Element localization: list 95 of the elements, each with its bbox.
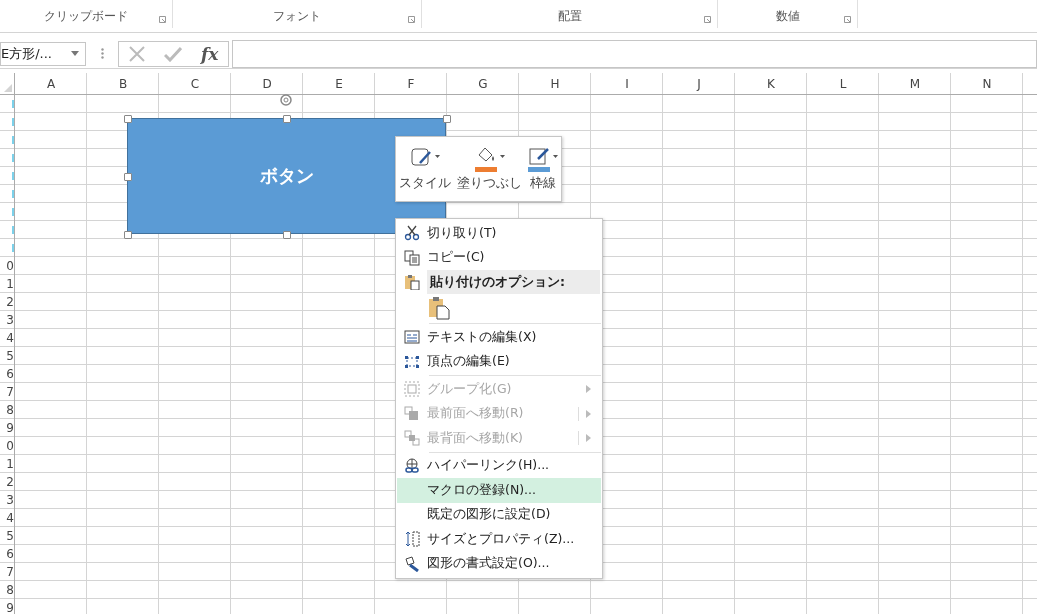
- menu-item[interactable]: テキストの編集(X): [397, 325, 602, 350]
- row-header[interactable]: 4: [6, 331, 14, 345]
- row-header[interactable]: 0: [6, 439, 14, 453]
- resize-handle[interactable]: [283, 115, 291, 123]
- text-box-icon: [404, 329, 420, 346]
- row-header[interactable]: 8: [6, 403, 14, 417]
- toolbar-button[interactable]: 塗りつぶし: [456, 145, 523, 193]
- cancel-icon[interactable]: [128, 45, 145, 62]
- column-header[interactable]: I: [591, 73, 663, 94]
- resize-handle[interactable]: [124, 231, 132, 239]
- check-icon[interactable]: [163, 45, 182, 62]
- menu-item[interactable]: コピー(C): [397, 245, 602, 270]
- toolbar-button[interactable]: 枠線: [527, 145, 559, 193]
- shape-text: ボタン: [259, 164, 314, 188]
- menu-item[interactable]: 既定の図形に設定(D): [397, 502, 602, 527]
- menu-item[interactable]: 図形の書式設定(O)...: [397, 551, 602, 576]
- row-header[interactable]: 5: [6, 529, 14, 543]
- row-header[interactable]: 0: [6, 259, 14, 273]
- menu-item[interactable]: 頂点の編集(E): [397, 349, 602, 374]
- column-header[interactable]: C: [159, 73, 231, 94]
- pen-icon: [528, 146, 552, 172]
- column-header[interactable]: K: [735, 73, 807, 94]
- group-label: クリップボード: [44, 8, 128, 25]
- menu-item[interactable]: マクロの登録(N)...: [397, 478, 602, 503]
- select-all-icon[interactable]: [4, 84, 12, 92]
- dialog-launcher-icon[interactable]: [159, 16, 166, 23]
- column-header[interactable]: M: [879, 73, 951, 94]
- row-header[interactable]: 4: [6, 511, 14, 525]
- row-header[interactable]: 3: [6, 313, 14, 327]
- group-icon: [404, 381, 420, 398]
- paint-bucket-icon: [474, 146, 499, 172]
- caret-icon: [435, 155, 440, 158]
- dialog-launcher-icon[interactable]: [844, 16, 851, 23]
- column-header[interactable]: H: [519, 73, 591, 94]
- row-header-mark[interactable]: [12, 118, 14, 126]
- size-icon: [404, 531, 420, 548]
- dialog-launcher-icon[interactable]: [408, 16, 415, 23]
- row-header-mark[interactable]: [12, 100, 14, 108]
- bring-front-icon: [404, 405, 420, 422]
- row-header[interactable]: 1: [6, 277, 14, 291]
- row-header[interactable]: 3: [6, 493, 14, 507]
- row-header[interactable]: 7: [6, 385, 14, 399]
- grip-icon: [101, 48, 104, 59]
- name-box[interactable]: E方形/...: [0, 41, 86, 66]
- dialog-launcher-icon[interactable]: [704, 16, 711, 23]
- row-header-mark[interactable]: [12, 190, 14, 198]
- column-header[interactable]: E: [303, 73, 375, 94]
- resize-handle[interactable]: [124, 173, 132, 181]
- column-header[interactable]: F: [375, 73, 447, 94]
- hyperlink-icon: [404, 457, 420, 474]
- resize-handle[interactable]: [443, 115, 451, 123]
- column-header[interactable]: N: [951, 73, 1023, 94]
- row-header[interactable]: 6: [6, 367, 14, 381]
- resize-handle[interactable]: [283, 231, 291, 239]
- insert-function-button[interactable]: fx: [200, 43, 219, 64]
- row-header-mark[interactable]: [12, 154, 14, 162]
- column-header[interactable]: J: [663, 73, 735, 94]
- format-shape-icon: [404, 555, 420, 572]
- edit-points-icon: [404, 353, 420, 370]
- copy-icon: [404, 249, 420, 266]
- row-header[interactable]: 2: [6, 295, 14, 309]
- row-header[interactable]: 5: [6, 349, 14, 363]
- row-header[interactable]: 9: [6, 601, 14, 614]
- column-header[interactable]: A: [15, 73, 87, 94]
- send-back-icon: [404, 430, 420, 447]
- menu-item[interactable]: ハイパーリンク(H)...: [397, 453, 602, 478]
- paste-option-icon[interactable]: [428, 296, 450, 320]
- row-header-mark[interactable]: [12, 244, 14, 252]
- column-header[interactable]: B: [87, 73, 159, 94]
- column-header[interactable]: L: [807, 73, 879, 94]
- row-header[interactable]: 9: [6, 421, 14, 435]
- group-label: 配置: [557, 8, 582, 25]
- caret-icon: [71, 51, 79, 56]
- resize-handle[interactable]: [124, 115, 132, 123]
- row-header-mark[interactable]: [12, 208, 14, 216]
- row-header[interactable]: 6: [6, 547, 14, 561]
- row-header[interactable]: 7: [6, 565, 14, 579]
- caret-icon: [553, 155, 558, 158]
- menu-header: 貼り付けのオプション:: [427, 270, 601, 294]
- formula-input[interactable]: [232, 39, 1037, 68]
- column-header[interactable]: D: [231, 73, 303, 94]
- row-header[interactable]: 2: [6, 475, 14, 489]
- row-header-mark[interactable]: [12, 226, 14, 234]
- group-label: フォント: [273, 8, 321, 25]
- row-header-mark[interactable]: [12, 136, 14, 144]
- row-header-mark[interactable]: [12, 172, 14, 180]
- menu-item[interactable]: サイズとプロパティ(Z)...: [397, 527, 602, 552]
- group-label: 数値: [775, 8, 800, 25]
- clipboard-icon: [404, 274, 420, 290]
- rotate-handle-icon[interactable]: [279, 93, 293, 107]
- column-header[interactable]: G: [447, 73, 519, 94]
- caret-icon: [499, 155, 505, 158]
- scissors-icon: [404, 225, 420, 242]
- row-header[interactable]: 8: [6, 583, 14, 597]
- row-header[interactable]: 1: [6, 457, 14, 471]
